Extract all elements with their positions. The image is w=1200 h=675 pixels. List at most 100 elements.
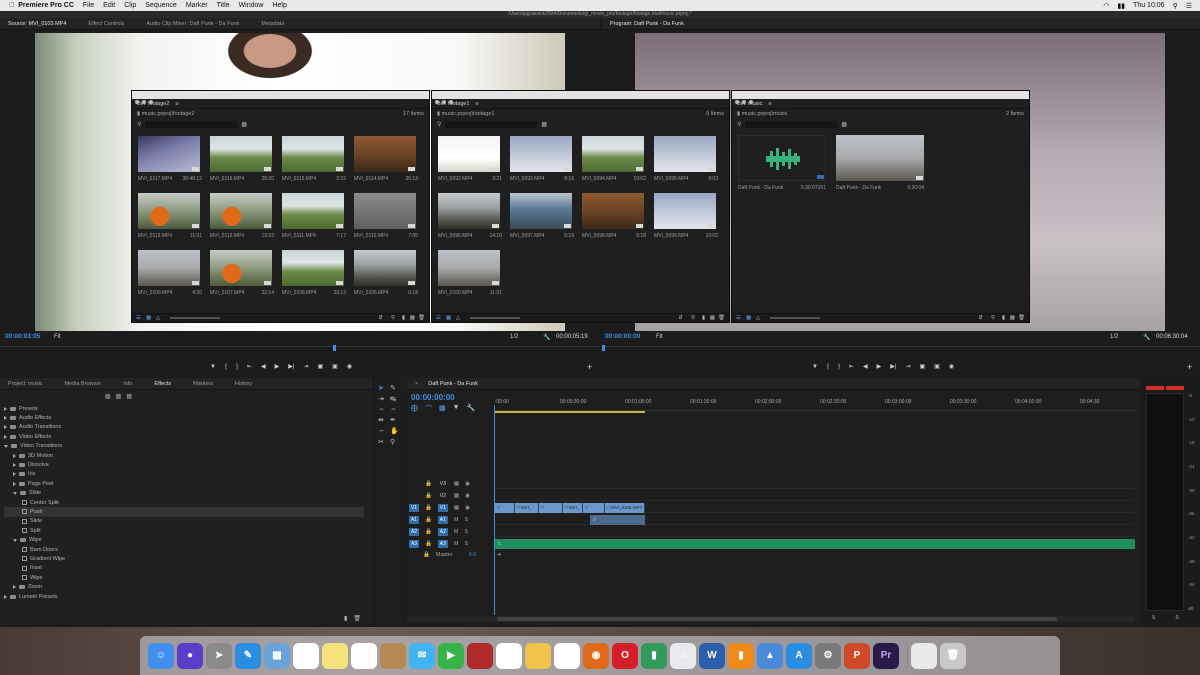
firefox-icon[interactable]: ◉ xyxy=(583,642,609,669)
calendar-icon[interactable] xyxy=(293,642,319,669)
effect-folder[interactable]: Video Effects xyxy=(4,432,364,441)
find-icon[interactable]: ⚲ xyxy=(991,315,995,321)
overwrite-icon[interactable]: ▣ xyxy=(332,363,338,370)
lock-icon[interactable]: 🔒 xyxy=(425,541,432,547)
apple-icon[interactable]:  xyxy=(9,2,14,9)
clip-thumbnail[interactable]: MVI_0094.MP4 10:02 xyxy=(582,136,648,182)
find-icon[interactable]: ⚲ xyxy=(391,315,395,321)
source-patch-button[interactable]: V1 xyxy=(409,504,419,512)
program-timecode[interactable]: 00:00:00:00 xyxy=(605,333,640,340)
menu-help[interactable]: Help xyxy=(272,2,286,9)
expand-right-icon[interactable] xyxy=(13,463,16,468)
yuv-filter-icon[interactable]: ▩ xyxy=(126,393,132,400)
go-to-in-icon[interactable]: ⇤ xyxy=(247,363,252,370)
clear-icon[interactable]: 🗑 xyxy=(418,315,425,321)
clip-thumbnail[interactable]: Daft Punk - Da Funk 5:30:07101 xyxy=(738,135,830,191)
effect-folder[interactable]: Audio Transitions xyxy=(4,423,364,432)
premiere-icon[interactable]: Pr xyxy=(873,642,899,669)
video-thumbnail[interactable] xyxy=(438,250,500,286)
source-ratio-select[interactable]: 1/2 xyxy=(510,334,518,340)
mute-button[interactable]: M xyxy=(454,541,459,547)
icon-view-icon[interactable]: ▩ xyxy=(446,315,451,321)
bin-tab[interactable]: Bin: music ≡ xyxy=(732,99,1029,109)
clip-thumbnail[interactable]: MVI_0092.MP4 3:21 xyxy=(438,136,504,182)
audio-clip-a1[interactable]: □ xyxy=(590,515,645,525)
clip-thumbnail[interactable]: MVI_0096.MP4 14:10 xyxy=(438,193,504,239)
bin-window-titlebar[interactable] xyxy=(732,91,1029,104)
eye-icon[interactable]: ◉ xyxy=(465,481,470,487)
program-playhead[interactable] xyxy=(602,345,605,351)
source-patch-empty[interactable] xyxy=(409,492,419,500)
expand-right-icon[interactable] xyxy=(13,472,16,477)
list-view-icon[interactable]: ☰ xyxy=(436,315,441,321)
menu-edit[interactable]: Edit xyxy=(103,2,115,9)
freeform-view-icon[interactable]: △ xyxy=(456,315,460,321)
video-thumbnail[interactable] xyxy=(282,136,344,172)
trash-icon[interactable]: 🗑 xyxy=(353,615,361,622)
clip-indicators[interactable] xyxy=(1146,386,1184,390)
program-wrench-icon[interactable]: 🔧 xyxy=(1143,334,1150,341)
expand-right-icon[interactable] xyxy=(4,416,7,421)
video-thumbnail[interactable] xyxy=(438,193,500,229)
video-thumbnail[interactable] xyxy=(654,136,716,172)
effect-folder[interactable]: Iris xyxy=(4,470,364,479)
tab-audio-clip-mixer[interactable]: Audio Clip Mixer: Daft Punk - Da Funk xyxy=(146,21,239,27)
app-store-icon[interactable]: A xyxy=(786,642,812,669)
find-icon[interactable]: ⚲ xyxy=(691,315,695,321)
program-mark-in-icon[interactable]: { xyxy=(827,364,829,370)
notes-icon[interactable] xyxy=(322,642,348,669)
video-thumbnail[interactable] xyxy=(836,135,924,181)
clip-thumbnail[interactable]: MVI_0108.MP4 23:13 xyxy=(282,250,348,296)
itunes-icon[interactable]: ♫ xyxy=(670,642,696,669)
source-patch-button[interactable]: A1 xyxy=(409,516,419,524)
effect-folder[interactable]: Lumetri Presets xyxy=(4,592,364,601)
menubar-clock[interactable]: Thu 10:06 xyxy=(1133,2,1165,10)
new-item-icon[interactable]: ▩ xyxy=(410,315,415,321)
add-button-icon[interactable]: + xyxy=(587,362,592,372)
master-volume[interactable]: 0.0 xyxy=(469,552,477,558)
source-patch-button[interactable]: A2 xyxy=(409,528,419,536)
track-lane[interactable] xyxy=(495,527,1135,537)
freeform-view-icon[interactable]: △ xyxy=(156,315,160,321)
track-lane[interactable] xyxy=(495,491,1135,501)
clip-thumbnail[interactable]: MVI_0111.MP4 7:17 xyxy=(282,193,348,239)
extract-icon[interactable]: ▣ xyxy=(934,363,940,370)
clip-thumbnail[interactable]: MVI_0109.MP4 4:20 xyxy=(138,250,204,296)
video-clip[interactable]: □ xyxy=(495,503,515,513)
rolling-edit-icon[interactable]: ⇹ xyxy=(378,416,390,424)
contacts-icon[interactable] xyxy=(380,642,406,669)
program-step-back-icon[interactable]: ◀ xyxy=(863,363,868,370)
chrome-icon[interactable]: ◉ xyxy=(554,642,580,669)
program-go-to-in-icon[interactable]: ⇤ xyxy=(849,363,854,370)
add-marker-icon[interactable]: ▼ xyxy=(453,404,460,414)
new-item-icon[interactable]: ▩ xyxy=(710,315,715,321)
footer-new-bin-icon[interactable]: ▮ xyxy=(1002,315,1005,321)
video-clip[interactable]: □ MVI_ xyxy=(515,503,539,513)
tab-sequence[interactable]: Daft Punk - Da Funk xyxy=(428,381,478,387)
expand-down-icon[interactable] xyxy=(13,491,17,495)
lock-icon[interactable]: 🔒 xyxy=(425,493,432,499)
effect-folder[interactable]: 3D Motion xyxy=(4,451,364,460)
source-patch-empty[interactable] xyxy=(409,480,419,488)
bin-search-icon[interactable]: ⚲ xyxy=(137,121,141,128)
zoom-slider[interactable] xyxy=(170,317,220,319)
track-target-button[interactable]: V3 xyxy=(438,480,448,488)
tab-project[interactable]: Project: music xyxy=(8,381,43,387)
stickies-icon[interactable] xyxy=(525,642,551,669)
bin-window-titlebar[interactable] xyxy=(432,91,729,104)
bin-window-titlebar[interactable] xyxy=(132,91,429,104)
ibooks-icon[interactable]: ▮ xyxy=(728,642,754,669)
lock-icon[interactable]: 🔒 xyxy=(425,517,432,523)
battery-icon[interactable]: ▮▮ xyxy=(1117,2,1125,10)
menu-title[interactable]: Title xyxy=(217,2,230,9)
trash-can-icon[interactable]: 🗑 xyxy=(940,642,966,669)
sync-lock-icon[interactable]: ▩ xyxy=(454,481,459,487)
tab-markers[interactable]: Markers xyxy=(193,381,213,387)
effect-item[interactable]: Center Split xyxy=(4,498,364,507)
clip-thumbnail[interactable]: MVI_0114.MP4 35:13 xyxy=(354,136,420,182)
video-thumbnail[interactable] xyxy=(582,136,644,172)
video-thumbnail[interactable] xyxy=(510,193,572,229)
effect-folder[interactable]: Video Transitions xyxy=(4,442,364,451)
icon-view-icon[interactable]: ▩ xyxy=(746,315,751,321)
clip-thumbnail[interactable]: MVI_0098.MP4 6:18 xyxy=(582,193,648,239)
